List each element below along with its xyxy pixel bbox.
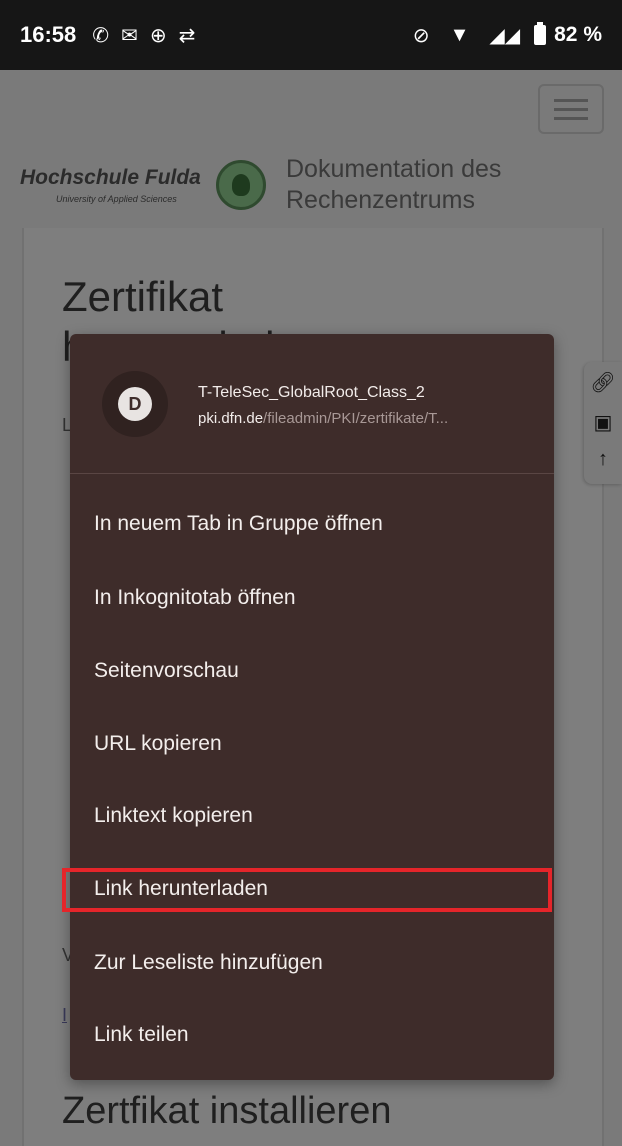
link-url-path: /fileadmin/PKI/zertifikate/T... bbox=[263, 410, 449, 427]
sync-icon: ⊕ bbox=[149, 24, 167, 47]
link-url: pki.dfn.de/fileadmin/PKI/zertifikate/T..… bbox=[198, 410, 448, 427]
hamburger-menu-button[interactable] bbox=[538, 84, 604, 134]
menu-item-share-link[interactable]: Link teilen bbox=[70, 1007, 554, 1063]
logo-name: Hochschule Fulda bbox=[20, 166, 201, 189]
link-icon[interactable]: 🔗︎ bbox=[590, 370, 616, 395]
battery-icon bbox=[534, 22, 547, 45]
link-url-domain: pki.dfn.de bbox=[198, 410, 264, 427]
menu-item-copy-link-text[interactable]: Linktext kopieren bbox=[70, 788, 554, 844]
whatsapp-icon: ✆ bbox=[92, 24, 110, 47]
site-title[interactable]: Dokumentation des Rechenzentrums bbox=[286, 154, 586, 216]
site-favicon: D bbox=[102, 371, 168, 437]
status-bar: 16:58 ✆ ✉ ⊕ ⇄ ⊘ ▼ ◢◢ 82 % bbox=[0, 0, 622, 70]
transfer-icon: ⇄ bbox=[178, 24, 196, 47]
menu-item-open-in-tab-group[interactable]: In neuem Tab in Gruppe öffnen bbox=[70, 496, 554, 552]
menu-item-copy-url[interactable]: URL kopieren bbox=[70, 716, 554, 772]
menu-item-page-preview[interactable]: Seitenvorschau bbox=[70, 643, 554, 699]
hamburger-line bbox=[554, 116, 588, 120]
battery-level: 82 % bbox=[554, 23, 602, 46]
menu-item-open-incognito[interactable]: In Inkognitotab öffnen bbox=[70, 570, 554, 626]
university-logo[interactable]: Hochschule Fulda University of Applied S… bbox=[20, 160, 266, 220]
context-menu-header: D T-TeleSec_GlobalRoot_Class_2 pki.dfn.d… bbox=[70, 334, 554, 474]
logo-subtitle: University of Applied Sciences bbox=[56, 194, 177, 204]
hamburger-line bbox=[554, 98, 588, 102]
hamburger-line bbox=[554, 107, 588, 111]
link-title: T-TeleSec_GlobalRoot_Class_2 bbox=[198, 384, 425, 401]
background-link[interactable]: I bbox=[62, 1005, 67, 1026]
pdf-icon[interactable]: ▣ bbox=[590, 410, 616, 435]
favicon-letter: D bbox=[118, 387, 152, 421]
wifi-icon: ▼ bbox=[449, 23, 470, 46]
arrow-up-icon[interactable]: ↑ bbox=[590, 448, 616, 471]
side-toolbar: 🔗︎ ▣ ↑ bbox=[584, 362, 622, 484]
vibrate-off-icon: ⊘ bbox=[412, 24, 430, 47]
signal-icon: ◢◢ bbox=[489, 24, 521, 47]
menu-item-add-to-reading-list[interactable]: Zur Leseliste hinzufügen bbox=[70, 935, 554, 991]
status-right: ⊘ ▼ ◢◢ 82 % bbox=[407, 22, 602, 48]
highlight-annotation bbox=[62, 868, 552, 912]
status-time: 16:58 bbox=[20, 22, 77, 47]
section-heading: Zertfikat installieren bbox=[62, 1090, 392, 1132]
logo-emblem-icon bbox=[216, 160, 266, 210]
message-icon: ✉ bbox=[121, 24, 138, 47]
link-context-menu: D T-TeleSec_GlobalRoot_Class_2 pki.dfn.d… bbox=[70, 334, 554, 1080]
